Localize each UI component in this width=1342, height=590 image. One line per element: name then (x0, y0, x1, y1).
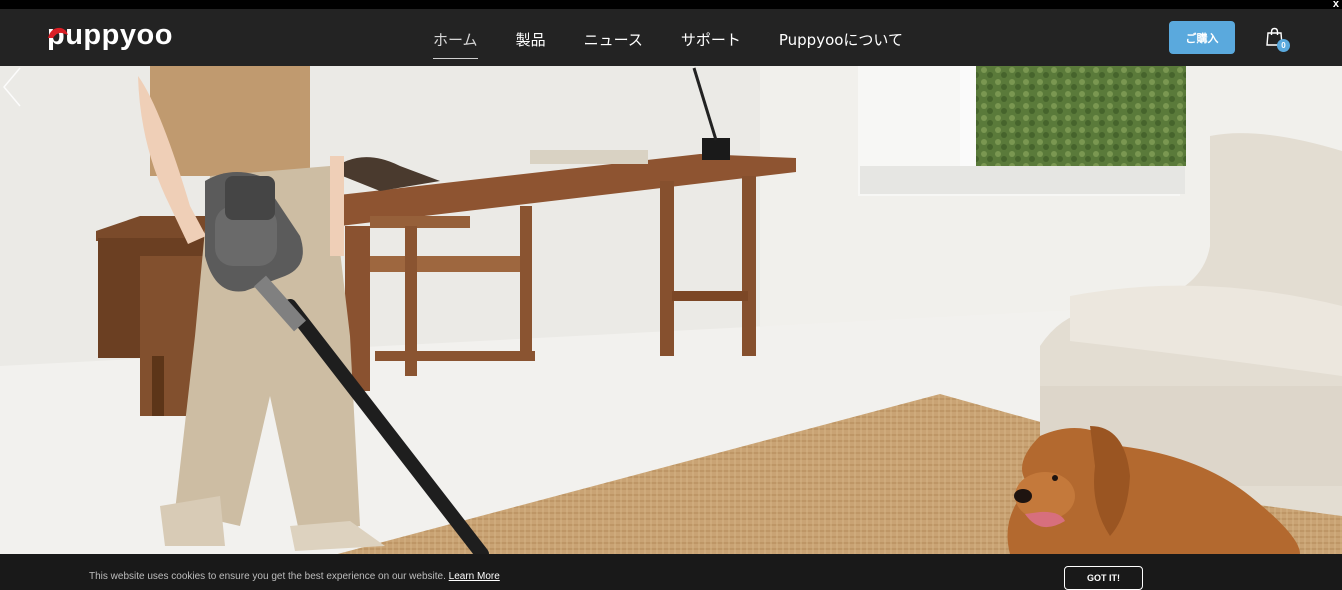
cart-button[interactable]: 0 (1265, 27, 1291, 53)
site-header: puppyoo ホーム 製品 ニュース サポート Puppyooについて ご購入… (0, 9, 1342, 66)
logo-hat-icon (48, 27, 68, 38)
page: x puppyoo ホーム 製品 ニュース サポート Puppyooについて ご… (0, 0, 1342, 590)
nav-products[interactable]: 製品 (516, 29, 546, 50)
cart-count-badge: 0 (1277, 39, 1290, 52)
main-nav: ホーム 製品 ニュース サポート Puppyooについて (433, 29, 941, 59)
hero-slide (0, 66, 1342, 554)
nav-about[interactable]: Puppyooについて (779, 29, 903, 50)
cookie-text: This website uses cookies to ensure you … (89, 571, 446, 582)
nav-support[interactable]: サポート (681, 29, 741, 50)
prev-slide-arrow[interactable] (0, 66, 26, 108)
nav-home[interactable]: ホーム (433, 29, 478, 59)
cookie-bar: This website uses cookies to ensure you … (0, 554, 1342, 590)
hero-image (0, 66, 1342, 554)
nav-news[interactable]: ニュース (584, 29, 643, 50)
cookie-accept-button[interactable]: GOT IT! (1064, 566, 1143, 590)
logo[interactable]: puppyoo (47, 20, 173, 50)
cookie-message: This website uses cookies to ensure you … (89, 571, 500, 582)
learn-more-link[interactable]: Learn More (449, 571, 500, 582)
buy-button[interactable]: ご購入 (1169, 21, 1235, 54)
top-strip: x (0, 0, 1342, 10)
